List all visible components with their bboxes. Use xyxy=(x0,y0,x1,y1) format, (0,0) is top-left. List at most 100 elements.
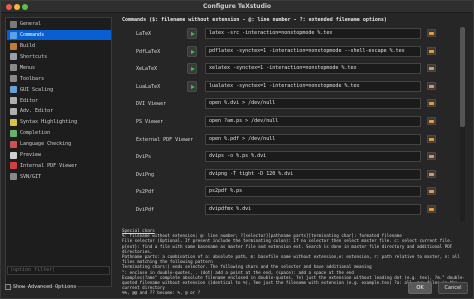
command-label: PdfLaTeX xyxy=(136,48,161,55)
special-chars-line: Pathname parts: a combination of a: abso… xyxy=(122,254,460,265)
editor-icon xyxy=(10,97,17,105)
browse-folder-icon[interactable] xyxy=(427,134,436,143)
browse-folder-icon[interactable] xyxy=(427,187,436,196)
command-input[interactable]: lualatex -synctex=1 -interaction=nonstop… xyxy=(205,80,421,92)
sidebar-item-label: SVN/GIT xyxy=(20,173,42,180)
sidebar-item[interactable]: Commands xyxy=(7,29,111,41)
command-row: External PDF Viewer open %.pdf > /dev/nul… xyxy=(120,133,440,146)
scrollbar-thumb[interactable] xyxy=(460,27,465,127)
command-input[interactable]: open ?am.ps > /dev/null xyxy=(205,116,421,127)
browse-folder-icon[interactable] xyxy=(427,46,436,55)
commands-icon xyxy=(10,31,17,39)
sidebar-item[interactable]: Editor xyxy=(7,95,111,106)
command-label: LuaLaTeX xyxy=(136,83,161,90)
show-advanced-label: Show Advanced Options xyxy=(13,284,77,290)
browse-folder-icon[interactable] xyxy=(427,205,436,213)
sidebar-item[interactable]: Syntax Highlighting xyxy=(7,117,111,128)
browse-folder-icon[interactable] xyxy=(427,117,436,125)
sidebar-item[interactable]: SVN/GIT xyxy=(7,172,111,183)
command-row: DviPs dvips -o %.ps %.dvi xyxy=(120,150,440,163)
command-input[interactable]: latex -src -interaction=nonstopmode %.te… xyxy=(205,28,421,39)
sidebar-item[interactable]: Build xyxy=(7,41,111,52)
run-command-icon[interactable] xyxy=(187,80,197,92)
commands-list: LaTeX latex -src -interaction=nonstopmode… xyxy=(120,27,440,221)
show-advanced-options[interactable]: Show Advanced Options xyxy=(5,284,76,290)
completion-icon xyxy=(10,129,17,137)
sidebar-item-label: Build xyxy=(20,43,36,50)
menus-icon xyxy=(10,64,17,72)
adv-editor-icon xyxy=(10,107,17,115)
configure-window: Configure TeXstudio General Commands Build… xyxy=(0,0,474,299)
general-icon xyxy=(10,20,17,28)
command-row: XeLaTeX xelatex -synctex=1 -interaction=n… xyxy=(120,62,440,75)
command-input[interactable]: dvips -o %.ps %.dvi xyxy=(205,151,421,163)
command-input[interactable]: dvipdfmx %.dvi xyxy=(205,204,421,215)
browse-folder-icon[interactable] xyxy=(427,152,436,161)
browse-folder-icon[interactable] xyxy=(427,81,436,90)
window-title: Configure TeXstudio xyxy=(202,3,272,10)
gui-scaling-icon xyxy=(10,86,17,94)
sidebar-item[interactable]: Preview xyxy=(7,150,111,161)
command-input[interactable]: open %.pdf > /dev/null xyxy=(205,133,421,145)
browse-folder-icon[interactable] xyxy=(427,99,436,108)
sidebar-item[interactable]: GUI Scaling xyxy=(7,84,111,95)
settings-sidebar: General Commands Build Shortcuts Menus Toolba… xyxy=(5,17,112,287)
command-row: Ps2Pdf ps2pdf %.ps xyxy=(120,185,440,198)
command-row: DviPng dvipng -T tight -D 120 %.dvi xyxy=(120,168,440,181)
sidebar-item[interactable]: Shortcuts xyxy=(7,52,111,63)
command-label: XeLaTeX xyxy=(136,66,158,73)
sidebar-item[interactable]: Adv. Editor xyxy=(7,106,111,117)
command-row: PdfLaTeX pdflatex -synctex=1 -interaction… xyxy=(120,45,440,58)
special-chars-line: File selector (Optional. If present incl… xyxy=(122,238,453,254)
command-input[interactable]: dvipng -T tight -D 120 %.dvi xyxy=(205,168,421,180)
sidebar-item[interactable]: Toolbars xyxy=(7,74,111,85)
browse-folder-icon[interactable] xyxy=(427,29,436,37)
cancel-button[interactable]: Cancel xyxy=(438,282,468,294)
sidebar-item-label: Editor xyxy=(20,97,39,104)
command-label: DviPdf xyxy=(136,207,155,213)
sidebar-item-label: Preview xyxy=(20,152,42,159)
sidebar-item-label: Commands xyxy=(20,32,45,39)
commands-scrollbar[interactable] xyxy=(460,27,465,221)
sidebar-item[interactable]: Internal PDF Viewer xyxy=(7,161,111,172)
browse-folder-icon[interactable] xyxy=(427,169,436,178)
commands-header: Commands ($: filename without extension … xyxy=(122,17,387,23)
command-input[interactable]: xelatex -synctex=1 -interaction=nonstopm… xyxy=(205,63,421,75)
sidebar-item-label: Toolbars xyxy=(20,75,45,82)
command-row: LuaLaTeX lualatex -synctex=1 -interaction… xyxy=(120,80,440,93)
option-filter-input[interactable]: (option filter) xyxy=(7,266,110,275)
run-command-icon[interactable] xyxy=(187,45,197,57)
run-command-icon[interactable] xyxy=(187,63,197,75)
sidebar-item[interactable]: Language Checking xyxy=(7,139,111,150)
title-bar: Configure TeXstudio xyxy=(1,1,473,13)
sidebar-item-label: GUI Scaling xyxy=(20,86,54,93)
language-checking-icon xyxy=(10,140,17,148)
sidebar-item-label: Syntax Highlighting xyxy=(20,119,78,126)
command-label: DviPs xyxy=(136,154,152,161)
sidebar-item-label: Internal PDF Viewer xyxy=(20,162,78,169)
command-label: External PDF Viewer xyxy=(136,136,194,143)
browse-folder-icon[interactable] xyxy=(427,64,436,73)
build-icon xyxy=(10,42,17,50)
toolbars-icon xyxy=(10,75,17,83)
sidebar-item[interactable]: General xyxy=(7,19,111,30)
syntax-highlighting-icon xyxy=(10,118,17,126)
run-command-icon[interactable] xyxy=(187,28,197,39)
command-input[interactable]: ps2pdf %.ps xyxy=(205,186,421,198)
command-label: LaTeX xyxy=(136,31,152,37)
command-label: DVI Viewer xyxy=(136,101,167,108)
svn-git-icon xyxy=(10,173,17,181)
sidebar-item[interactable]: Completion xyxy=(7,128,111,139)
command-input[interactable]: pdflatex -synctex=1 -interaction=nonstop… xyxy=(205,45,421,57)
sidebar-item[interactable]: Menus xyxy=(7,63,111,74)
sidebar-item-label: Completion xyxy=(20,130,51,137)
pdf-viewer-icon xyxy=(10,162,17,170)
command-row: PS Viewer open ?am.ps > /dev/null xyxy=(120,115,440,128)
ok-button[interactable]: OK xyxy=(408,282,432,294)
shortcuts-icon xyxy=(10,53,17,61)
show-advanced-checkbox[interactable] xyxy=(5,284,11,290)
sidebar-item-label: Shortcuts xyxy=(20,53,48,60)
command-input[interactable]: open %.dvi > /dev/null xyxy=(205,98,421,110)
command-label: Ps2Pdf xyxy=(136,189,155,196)
preview-icon xyxy=(10,151,17,159)
